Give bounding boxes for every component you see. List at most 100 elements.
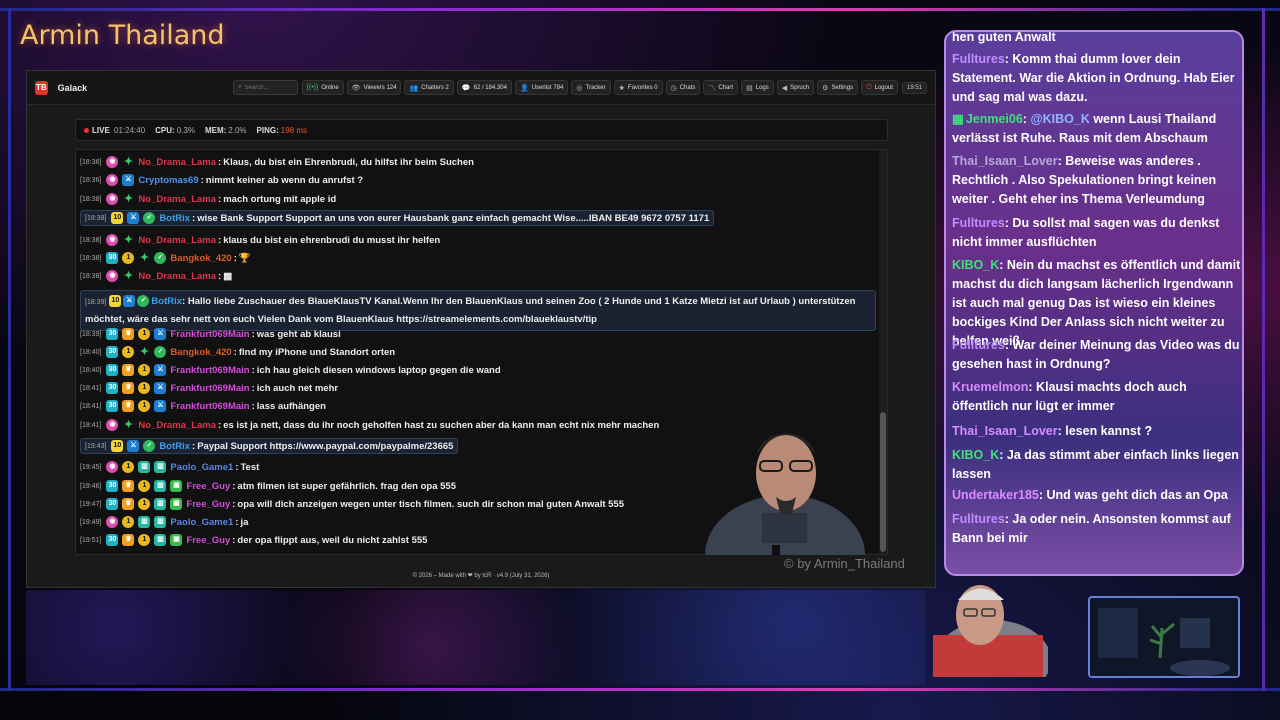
moderator-badge-icon: ⚔	[127, 440, 140, 452]
message-timestamp: [18:41]	[80, 402, 102, 410]
chat-message[interactable]: [18:36] ◉ ⚔ Cryptomas69: nimmt keiner ab we…	[80, 172, 363, 188]
vip-badge-icon: ◉	[106, 516, 119, 528]
overlay-frame-left	[8, 8, 11, 691]
message-username[interactable]: Cryptomas69	[138, 175, 198, 186]
chat-message[interactable]: [19:45] ◉ 1 ▥ ▥ Paolo_Game1: Test	[80, 459, 259, 475]
message-text: Test	[240, 461, 260, 473]
message-username[interactable]: Frankfurt069Main	[170, 401, 249, 412]
message-username[interactable]: Frankfurt069Main	[170, 365, 249, 376]
toolbar-label: Spruch	[790, 84, 810, 91]
message-username[interactable]: BotRix	[151, 296, 182, 307]
vip-badge-icon: ◉	[106, 461, 119, 473]
crown-badge-icon: ♛	[122, 328, 135, 340]
chat-message[interactable]: [19:51] 30 ♛ 1 ▥ ▣ Free_Guy: der opa flippt au…	[80, 532, 427, 548]
toolbar-spruch-button[interactable]: ◀ Spruch	[776, 80, 815, 95]
message-username[interactable]: No_Drama_Lama	[138, 194, 216, 205]
toolbar-favorites-button[interactable]: ★ Favorites 0	[613, 80, 663, 95]
message-username[interactable]: No_Drama_Lama	[138, 271, 216, 282]
gem-badge-icon: ✦	[123, 193, 134, 205]
message-text: opa will dich anzeigen wegen unter tisch…	[237, 498, 624, 510]
chat-message[interactable]: [19:49] ◉ 1 ▥ ▥ Paolo_Game1: ja	[80, 514, 248, 530]
message-separator: :	[251, 382, 255, 394]
chat-message[interactable]: [18:40] 30 1 ✦ ✓ Bangkok_420: find my iPhone …	[80, 344, 395, 360]
message-username[interactable]: Frankfurt069Main	[170, 383, 249, 394]
cpu-stat: CPU: 0.3%	[155, 125, 195, 135]
chat-message[interactable]: [18:38] ◉ ✦ No_Drama_Lama: mach ortung mit …	[80, 191, 336, 207]
chat-message[interactable]: [18:39] 30 ♛ 1 ⚔ Frankfurt069Main: was geht a…	[80, 326, 341, 342]
message-username[interactable]: No_Drama_Lama	[138, 420, 216, 431]
chat-message[interactable]: [18:41] 30 ♛ 1 ⚔ Frankfurt069Main: ich auch n…	[80, 380, 338, 396]
message-text: was geht ab klausi	[256, 328, 341, 340]
chat-message[interactable]: [18:41] 30 ♛ 1 ⚔ Frankfurt069Main: lass aufhä…	[80, 398, 326, 414]
message-text: Hallo liebe Zuschauer des BlaueKlausTV K…	[85, 296, 856, 325]
message-separator: :	[192, 212, 196, 224]
verified-badge-icon: ✓	[137, 295, 150, 308]
message-username[interactable]: Paolo_Game1	[170, 462, 233, 473]
message-separator: :	[233, 252, 237, 264]
message-username[interactable]: No_Drama_Lama	[138, 157, 216, 168]
message-username[interactable]: BotRix	[159, 441, 190, 452]
toolbar-logout-button[interactable]: ⏻ Logout	[861, 80, 898, 95]
chat-message[interactable]: [19:46] 30 ♛ 1 ▥ ▣ Free_Guy: atm filmen ist su…	[80, 478, 456, 494]
message-separator: :	[251, 364, 255, 376]
overlay-chat-message: Thai_Isaan_Lover: Beweise was anderes . …	[952, 152, 1242, 209]
toolbar-messages-button[interactable]: 💬 62 / 184.304	[456, 80, 512, 95]
chat-message[interactable]: [18:38] 30 1 ✦ ✓ Bangkok_420: 🏆	[80, 250, 251, 266]
chat-message[interactable]: [18:38] 10 ⚔ ✓ BotRix: wise Bank Support Sup…	[80, 210, 715, 226]
chat-message[interactable]: [18:38] ◉ ✦ No_Drama_Lama: klaus du bist ei…	[80, 232, 440, 248]
message-text: der opa flippt aus, weil du nicht zahlst…	[237, 534, 428, 546]
overlay-chat-username: KIBO_K	[952, 448, 1000, 462]
chat-message[interactable]: [18:36] ◉ ✦ No_Drama_Lama: Klaus, du bist e…	[80, 154, 474, 170]
message-username[interactable]: Free_Guy	[186, 499, 230, 510]
toolbar-chats-button[interactable]: ◷ Chats	[665, 80, 701, 95]
room-camera	[1088, 596, 1240, 678]
chat-message[interactable]: [19:47] 30 ♛ 1 ▥ ▣ Free_Guy: opa will dich anz…	[80, 496, 624, 512]
moderator-badge-icon: ⚔	[154, 328, 167, 340]
chat-message[interactable]: [18:39] 10 ⚔ ✓ BotRix: Hallo liebe Zuschauer…	[80, 290, 876, 331]
toolbar-userlist-button[interactable]: 👤 Userlist 784	[514, 80, 569, 95]
toolbar-settings-button[interactable]: ⚙ Settings	[817, 80, 859, 95]
sub-30-badge-icon: 30	[106, 252, 119, 264]
message-separator: :	[232, 534, 236, 546]
message-username[interactable]: Free_Guy	[186, 481, 230, 492]
sub-30-badge-icon: 30	[106, 400, 119, 412]
message-separator: :	[218, 156, 222, 168]
coin-badge-icon: 1	[138, 498, 151, 510]
toolbar-buttons: ((•)) Online 👁 Viewers 124 👥 Chatters 2 💬 62 / …	[301, 80, 898, 95]
coin-badge-icon: 1	[138, 480, 151, 492]
message-text: atm filmen ist super gefährlich. frag de…	[237, 480, 456, 492]
chart-icon: 〽	[708, 84, 716, 92]
message-text: mach ortung mit apple id	[223, 193, 337, 205]
message-timestamp: [18:38]	[85, 214, 107, 222]
ping-stat: PING: 198 ms	[256, 125, 307, 135]
overlay-chat-message: Fulltures: Du sollst mal sagen was du de…	[952, 214, 1242, 252]
message-username[interactable]: Free_Guy	[186, 535, 230, 546]
sub-30-badge-icon: 30	[106, 382, 119, 394]
toolbar-chatters-button[interactable]: 👥 Chatters 2	[404, 80, 454, 95]
message-timestamp: [18:41]	[80, 421, 102, 429]
toolbar-label: 62 / 184.304	[473, 84, 507, 91]
chat-message[interactable]: [18:40] 30 ♛ 1 ⚔ Frankfurt069Main: ich hau gl…	[80, 362, 501, 378]
coin-badge-icon: 1	[138, 328, 151, 340]
toolbar-tracker-button[interactable]: ◎ Tracker	[571, 80, 611, 95]
search-box[interactable]: ⌕	[233, 80, 298, 95]
message-username[interactable]: Frankfurt069Main	[170, 329, 249, 340]
chat-message[interactable]: [18:41] ◉ ✦ No_Drama_Lama: es ist ja nett, …	[80, 417, 659, 433]
message-text: wise Bank Support Support an uns von eur…	[197, 212, 710, 224]
message-username[interactable]: Bangkok_420	[170, 253, 231, 264]
message-username[interactable]: BotRix	[159, 213, 190, 224]
search-icon: ⌕	[238, 84, 242, 90]
vip-badge-icon: ◉	[106, 234, 119, 246]
toolbar-logs-button[interactable]: ▤ Logs	[741, 80, 774, 95]
message-username[interactable]: Bangkok_420	[170, 347, 231, 358]
bars-badge-icon: ▥	[154, 516, 167, 528]
message-username[interactable]: No_Drama_Lama	[138, 235, 216, 246]
toolbar-viewers-button[interactable]: 👁 Viewers 124	[346, 80, 402, 95]
message-username[interactable]: Paolo_Game1	[170, 517, 233, 528]
message-timestamp: [18:38]	[80, 236, 102, 244]
search-input[interactable]	[244, 84, 297, 91]
chat-message[interactable]: [18:38] ◉ ✦ No_Drama_Lama: ▦	[80, 268, 232, 284]
chat-message[interactable]: [19:43] 10 ⚔ ✓ BotRix: Paypal Support https:…	[80, 438, 459, 454]
toolbar-online-button[interactable]: ((•)) Online	[301, 80, 344, 95]
toolbar-chart-button[interactable]: 〽 Chart	[703, 80, 739, 95]
